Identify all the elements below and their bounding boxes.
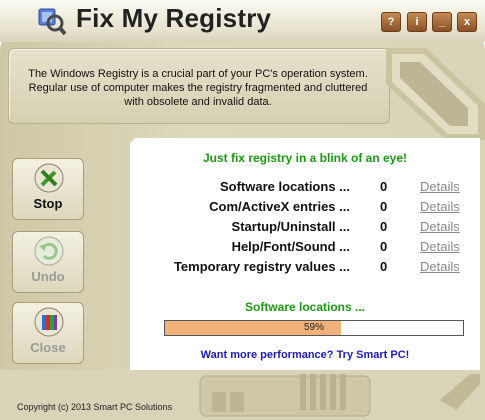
row-count: 0 xyxy=(380,199,388,214)
app-window: Fix My Registry ? i _ x The Windows Regi… xyxy=(0,0,485,420)
details-link[interactable]: Details xyxy=(420,239,460,254)
scan-row: Com/ActiveX entries ... 0 Details xyxy=(130,199,480,217)
close-button[interactable]: Close xyxy=(12,302,84,364)
details-link[interactable]: Details xyxy=(420,219,460,234)
headline: Just fix registry in a blink of an eye! xyxy=(202,151,408,165)
progress-bar: 59% xyxy=(164,320,464,336)
tools-icon xyxy=(34,163,64,193)
progress-text: 59% xyxy=(303,322,324,333)
undo-button[interactable]: Undo xyxy=(12,231,84,293)
copyright-text: Copyright (c) 2013 Smart PC Solutions xyxy=(17,402,173,412)
info-text: The Windows Registry is a crucial part o… xyxy=(28,68,368,108)
stop-button[interactable]: Stop xyxy=(12,158,84,220)
registry-app-icon xyxy=(38,8,66,35)
scan-row: Startup/Uninstall ... 0 Details xyxy=(130,219,480,237)
decorative-chevron xyxy=(386,48,485,140)
scan-status: Software locations ... xyxy=(244,300,366,314)
row-name: Software locations ... xyxy=(219,179,350,194)
row-name: Com/ActiveX entries ... xyxy=(209,199,350,214)
row-name: Help/Font/Sound ... xyxy=(231,239,350,254)
undo-label: Undo xyxy=(31,269,65,284)
undo-icon xyxy=(34,236,64,266)
help-button[interactable]: ? xyxy=(381,12,401,32)
stop-label: Stop xyxy=(33,196,63,211)
close-window-button[interactable]: x xyxy=(457,12,477,32)
promo-link[interactable]: Want more performance? Try Smart PC! xyxy=(130,349,480,361)
scan-row: Temporary registry values ... 0 Details xyxy=(130,259,480,277)
row-count: 0 xyxy=(380,259,388,274)
close-label: Close xyxy=(30,340,66,355)
title-bar[interactable]: Fix My Registry ? i _ x xyxy=(0,0,485,42)
scan-row: Software locations ... 0 Details xyxy=(130,179,480,197)
details-link[interactable]: Details xyxy=(420,179,460,194)
row-count: 0 xyxy=(380,179,388,194)
details-link[interactable]: Details xyxy=(420,199,460,214)
footer-decoration xyxy=(0,370,485,420)
scan-row: Help/Font/Sound ... 0 Details xyxy=(130,239,480,257)
row-count: 0 xyxy=(380,219,388,234)
books-icon xyxy=(34,307,64,337)
row-count: 0 xyxy=(380,239,388,254)
row-name: Startup/Uninstall ... xyxy=(231,219,350,234)
minimize-button[interactable]: _ xyxy=(432,12,452,32)
info-box: The Windows Registry is a crucial part o… xyxy=(8,48,390,124)
details-link[interactable]: Details xyxy=(420,259,460,274)
info-button[interactable]: i xyxy=(407,12,427,32)
row-name: Temporary registry values ... xyxy=(173,259,350,274)
window-title: Fix My Registry xyxy=(76,3,272,33)
